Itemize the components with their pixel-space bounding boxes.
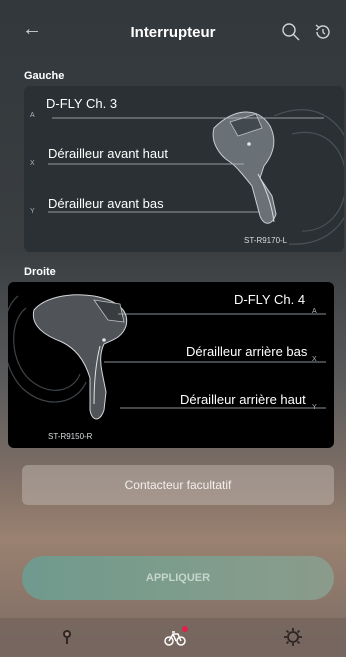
left-marker-y: Y (30, 208, 35, 215)
right-marker-x: X (312, 356, 317, 363)
pin-icon (63, 630, 71, 644)
refresh-icon (315, 24, 330, 39)
left-marker-x: X (30, 160, 35, 167)
left-bottom-label: Dérailleur avant bas (48, 196, 164, 211)
notification-dot (182, 626, 188, 632)
optional-switch-button[interactable]: Contacteur facultatif (22, 465, 334, 505)
apply-button[interactable]: APPLIQUER (22, 556, 334, 600)
left-switch-card[interactable]: A X Y D-FLY Ch. 3 Dérailleur avant haut … (24, 86, 344, 252)
right-bottom-label: Dérailleur arrière haut (180, 392, 306, 407)
search-button[interactable] (280, 21, 302, 43)
refresh-button[interactable] (312, 21, 334, 43)
right-marker-a: A (312, 308, 317, 315)
nav-settings[interactable] (280, 624, 306, 650)
bottom-nav (0, 618, 346, 657)
section-right-label: Droite (24, 266, 56, 278)
left-top-label: D-FLY Ch. 3 (46, 96, 118, 111)
nav-pin[interactable] (54, 624, 80, 650)
left-mid-label: Dérailleur avant haut (48, 146, 168, 161)
top-bar: ← Interrupteur (0, 0, 346, 64)
nav-bike[interactable] (162, 624, 188, 650)
section-left-label: Gauche (24, 70, 65, 82)
right-mid-label: Dérailleur arrière bas (186, 344, 308, 359)
right-model: ST-R9150-R (48, 432, 93, 441)
search-icon (282, 23, 300, 41)
right-switch-card[interactable]: D-FLY Ch. 4 Dérailleur arrière bas Dérai… (8, 282, 334, 448)
right-top-label: D-FLY Ch. 4 (234, 292, 306, 307)
right-marker-y: Y (312, 404, 317, 411)
left-model: ST-R9170-L (244, 236, 288, 245)
left-marker-a: A (30, 112, 35, 119)
gear-icon (284, 628, 302, 646)
